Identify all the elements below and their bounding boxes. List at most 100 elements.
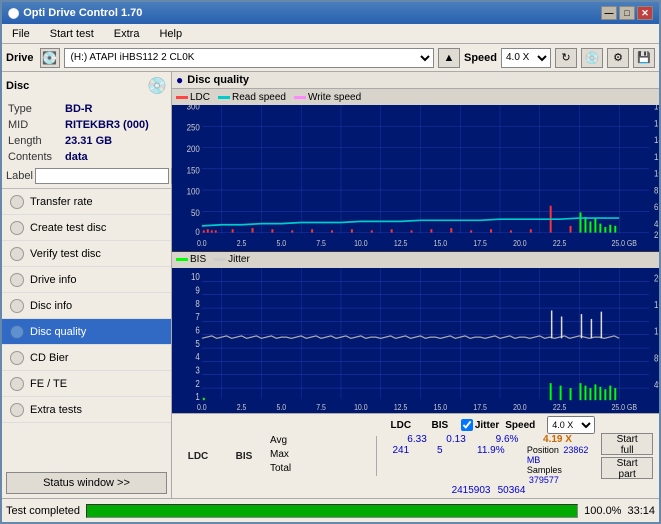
nav-verify-test-disc[interactable]: Verify test disc bbox=[2, 241, 171, 267]
svg-text:2X: 2X bbox=[654, 230, 659, 241]
ldc-max-val: 241 bbox=[383, 445, 419, 485]
eject-button[interactable]: ▲ bbox=[438, 48, 460, 68]
stats-avg-row: 6.33 0.13 9.6% 4.19 X bbox=[399, 434, 579, 445]
svg-text:22.5: 22.5 bbox=[553, 239, 567, 249]
disc-length-label: Length bbox=[8, 134, 63, 148]
right-panel: ● Disc quality LDC Read speed bbox=[172, 72, 659, 498]
svg-text:7: 7 bbox=[195, 311, 199, 322]
jitter-label: Jitter bbox=[475, 420, 499, 431]
speed-select[interactable]: 4.0 X bbox=[501, 48, 551, 68]
start-part-button[interactable]: Start part bbox=[601, 457, 653, 479]
svg-text:4: 4 bbox=[195, 351, 199, 362]
svg-text:4%: 4% bbox=[654, 379, 659, 390]
drive-select[interactable]: (H:) ATAPI iHBS112 2 CL0K bbox=[64, 48, 434, 68]
legend-read-speed: Read speed bbox=[218, 92, 286, 103]
menu-help[interactable]: Help bbox=[153, 27, 188, 41]
bis-max-val: 5 bbox=[425, 445, 455, 485]
disc-button[interactable]: 💿 bbox=[581, 48, 603, 68]
samples-row: Samples 379577 bbox=[527, 465, 595, 485]
speed-col-header: Speed bbox=[505, 420, 541, 431]
disc-mid-label: MID bbox=[8, 118, 63, 132]
menu-start-test[interactable]: Start test bbox=[44, 27, 100, 41]
start-buttons: Start full Start part bbox=[601, 433, 653, 479]
disc-mid-value: RITEKBR3 (000) bbox=[65, 118, 165, 132]
stat-ldc-header: LDC bbox=[188, 451, 209, 462]
status-text: Test completed bbox=[6, 505, 80, 517]
chart-bis-svg: 10 9 8 7 6 5 4 3 2 1 20% 16% bbox=[172, 268, 659, 414]
svg-text:8X: 8X bbox=[654, 185, 659, 196]
elapsed-time: 33:14 bbox=[627, 505, 655, 517]
svg-text:15.0: 15.0 bbox=[434, 402, 448, 412]
legend-ldc-color bbox=[176, 96, 188, 99]
disc-contents-row: Contents data bbox=[8, 150, 165, 164]
legend-ldc: LDC bbox=[176, 92, 210, 103]
ldc-col-header: LDC bbox=[383, 420, 419, 431]
nav-fe-te[interactable]: FE / TE bbox=[2, 371, 171, 397]
svg-text:12%: 12% bbox=[654, 325, 659, 336]
speed-dropdown[interactable]: 4.0 X bbox=[547, 416, 595, 434]
legend-read-speed-color bbox=[218, 96, 230, 99]
svg-text:16%: 16% bbox=[654, 299, 659, 310]
progress-bar-fill bbox=[87, 505, 577, 517]
nav-disc-info[interactable]: Disc info bbox=[2, 293, 171, 319]
svg-text:12.5: 12.5 bbox=[394, 402, 408, 412]
disc-quality-header: ● Disc quality bbox=[172, 72, 659, 89]
stats-headers-row: LDC BIS Jitter Speed 4.0 X bbox=[383, 416, 595, 434]
svg-text:5: 5 bbox=[195, 338, 199, 349]
stats-labels-col: Avg Max Total bbox=[270, 435, 370, 477]
menu-file[interactable]: File bbox=[6, 27, 36, 41]
refresh-button[interactable]: ↻ bbox=[555, 48, 577, 68]
svg-text:2.5: 2.5 bbox=[237, 402, 247, 412]
svg-text:150: 150 bbox=[187, 165, 201, 176]
stat-group-ldc: LDC bbox=[178, 451, 218, 462]
svg-text:16X: 16X bbox=[654, 118, 659, 129]
disc-label-input[interactable] bbox=[35, 168, 169, 184]
save-button[interactable]: 💾 bbox=[633, 48, 655, 68]
stats-max-row: 241 5 11.9% Position 23862 MB Samples 37… bbox=[383, 445, 595, 485]
nav-create-test-disc[interactable]: Create test disc bbox=[2, 215, 171, 241]
menu-bar: File Start test Extra Help bbox=[2, 24, 659, 44]
nav-drive-info[interactable]: Drive info bbox=[2, 267, 171, 293]
disc-length-value: 23.31 GB bbox=[65, 134, 165, 148]
settings-button[interactable]: ⚙ bbox=[607, 48, 629, 68]
legend-write-speed: Write speed bbox=[294, 92, 361, 103]
start-full-button[interactable]: Start full bbox=[601, 433, 653, 455]
disc-type-label: Type bbox=[8, 102, 63, 116]
stat-group-bis: BIS bbox=[224, 451, 264, 462]
nav-cd-bier[interactable]: CD Bier bbox=[2, 345, 171, 371]
svg-text:1: 1 bbox=[195, 391, 199, 402]
ldc-avg-val: 6.33 bbox=[399, 434, 435, 445]
close-button[interactable]: ✕ bbox=[637, 6, 653, 20]
status-window-button[interactable]: Status window >> bbox=[6, 472, 167, 494]
chart-bis: BIS Jitter bbox=[172, 252, 659, 414]
jitter-checkbox[interactable] bbox=[461, 419, 473, 431]
svg-text:8%: 8% bbox=[654, 352, 659, 363]
speed-val: 4.19 X bbox=[543, 434, 579, 445]
sidebar: Disc 💿 Type BD-R MID RITEKBR3 (000) Leng… bbox=[2, 72, 172, 498]
samples-val: 379577 bbox=[529, 475, 559, 485]
status-bar: Test completed 100.0% 33:14 bbox=[2, 498, 659, 522]
nav-dot-drive-info bbox=[10, 273, 24, 287]
disc-section-title: Disc bbox=[6, 80, 29, 92]
svg-text:3: 3 bbox=[195, 364, 199, 375]
svg-text:25.0 GB: 25.0 GB bbox=[611, 239, 637, 249]
svg-text:0.0: 0.0 bbox=[197, 239, 207, 249]
svg-text:12X: 12X bbox=[654, 151, 659, 162]
svg-text:10X: 10X bbox=[654, 168, 659, 179]
minimize-button[interactable]: — bbox=[601, 6, 617, 20]
svg-text:20.0: 20.0 bbox=[513, 402, 527, 412]
nav-transfer-rate[interactable]: Transfer rate bbox=[2, 189, 171, 215]
stat-bis-header: BIS bbox=[236, 451, 253, 462]
nav-disc-quality[interactable]: Disc quality bbox=[2, 319, 171, 345]
disc-type-row: Type BD-R bbox=[8, 102, 165, 116]
nav-extra-tests[interactable]: Extra tests bbox=[2, 397, 171, 423]
content-area: Disc 💿 Type BD-R MID RITEKBR3 (000) Leng… bbox=[2, 72, 659, 498]
disc-contents-value: data bbox=[65, 150, 165, 164]
maximize-button[interactable]: □ bbox=[619, 6, 635, 20]
menu-extra[interactable]: Extra bbox=[108, 27, 146, 41]
svg-text:200: 200 bbox=[187, 144, 201, 155]
svg-text:10.0: 10.0 bbox=[354, 402, 368, 412]
jitter-col-header: Jitter bbox=[461, 419, 499, 431]
disc-info-table: Type BD-R MID RITEKBR3 (000) Length 23.3… bbox=[6, 100, 167, 166]
nav-label-extra-tests: Extra tests bbox=[30, 404, 82, 416]
